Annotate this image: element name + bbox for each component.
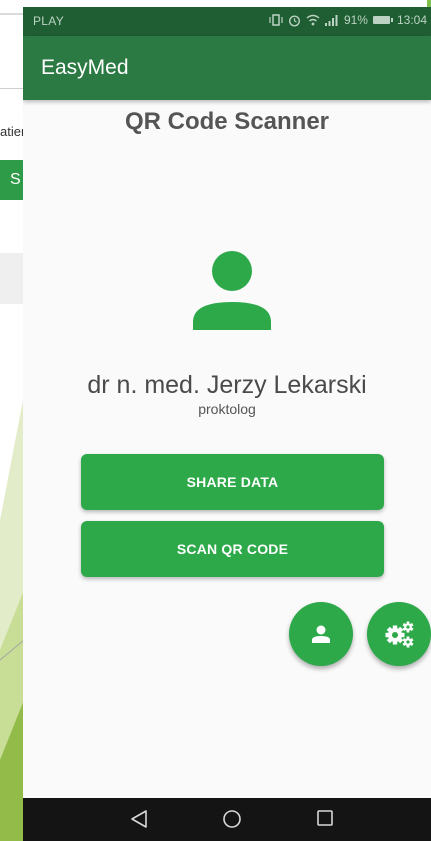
app-bar: EasyMed: [23, 36, 431, 100]
phone-screen: PLAY 91% 13:04 EasyMed QR Code Scanner d…: [23, 7, 431, 841]
page-title: QR Code Scanner: [124, 108, 330, 135]
cogs-icon: [385, 621, 414, 648]
carrier-label: PLAY: [33, 14, 64, 28]
alarm-icon: [288, 14, 300, 27]
settings-fab-button[interactable]: [367, 602, 431, 666]
battery-icon: [372, 16, 393, 24]
recents-square-icon[interactable]: [316, 809, 334, 827]
back-triangle-icon[interactable]: [130, 809, 148, 829]
status-bar: PLAY 91% 13:04: [23, 7, 431, 36]
battery-percent: 91%: [343, 13, 368, 27]
status-icons: 91% 13:04: [269, 13, 427, 27]
home-circle-icon[interactable]: [222, 809, 242, 829]
doctor-name: dr n. med. Jerzy Lekarski: [87, 371, 367, 399]
wifi-icon: [306, 14, 320, 26]
vibrate-icon: [269, 14, 283, 26]
share-data-button[interactable]: SHARE DATA: [81, 454, 384, 510]
scan-qr-code-button[interactable]: SCAN QR CODE: [81, 521, 384, 577]
person-icon: [312, 625, 330, 643]
background-decoration: [0, 395, 24, 841]
clock: 13:04: [396, 13, 427, 27]
signal-icon: [324, 14, 338, 26]
navigation-bar: [23, 798, 431, 841]
doctor-specialty: proktolog: [198, 401, 256, 417]
app-title: EasyMed: [41, 56, 129, 79]
profile-fab-button[interactable]: [289, 602, 353, 666]
doctor-avatar-icon: [193, 251, 271, 330]
